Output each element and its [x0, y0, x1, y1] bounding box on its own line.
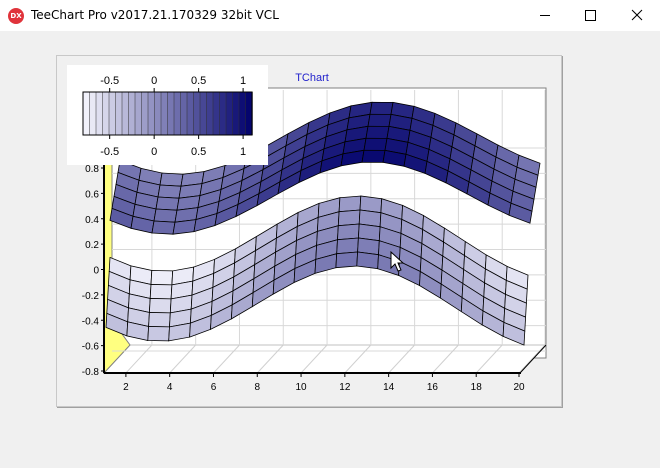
legend-swatch — [128, 91, 136, 136]
legend-swatch — [225, 91, 234, 136]
y-tick-label: 0.8 — [85, 164, 99, 175]
surface-cell — [147, 326, 170, 342]
legend-tick-label: 0.5 — [191, 146, 206, 158]
x-tick-label: 18 — [471, 382, 483, 393]
x-tick-label: 2 — [123, 382, 129, 393]
legend-swatch — [212, 91, 221, 136]
legend-swatch — [89, 91, 97, 136]
surface-cell — [363, 137, 388, 151]
legend-swatch — [180, 91, 188, 136]
x-tick-label: 20 — [513, 382, 525, 393]
legend-swatch — [219, 91, 227, 136]
surface-cell — [336, 237, 359, 255]
y-tick-label: -0.4 — [82, 316, 100, 327]
y-tick-label: -0.2 — [82, 291, 100, 302]
x-tick-label: 10 — [295, 382, 307, 393]
legend-swatch — [232, 91, 240, 136]
surface-cell — [361, 149, 386, 163]
surface-cell — [369, 101, 394, 115]
y-tick-label: -0.8 — [82, 367, 100, 378]
legend-swatch — [238, 91, 247, 136]
legend-tick-label: -0.5 — [100, 75, 119, 87]
surface-cell — [367, 113, 392, 127]
y-tick-label: 0.2 — [85, 240, 99, 251]
surface-cell — [356, 251, 379, 270]
legend-swatch — [147, 91, 156, 136]
legend-tick-label: 0 — [151, 146, 157, 158]
surface-cell — [153, 208, 178, 223]
x-tick-label: 4 — [167, 382, 173, 393]
legend-tick-label: 0.5 — [191, 75, 206, 87]
legend-tick-label: 0 — [151, 75, 157, 87]
legend-swatch — [115, 91, 123, 136]
y-tick-label: 0.4 — [85, 215, 99, 226]
surface-cell — [338, 195, 362, 213]
x-tick-label: 12 — [339, 382, 351, 393]
legend-swatch — [206, 91, 214, 136]
surface-cell — [148, 298, 172, 314]
surface-cell — [335, 251, 359, 269]
legend-swatch — [108, 91, 117, 136]
legend-swatch — [186, 91, 195, 136]
legend-swatch — [134, 91, 143, 136]
legend-swatch — [102, 91, 110, 136]
legend-tick-label: -0.5 — [100, 146, 119, 158]
legend-scale: -0.5 -0.5 0 0 0.5 0.5 1 1 — [82, 75, 253, 158]
legend-swatch — [154, 91, 162, 136]
y-tick-label: 0.6 — [85, 189, 99, 200]
legend-tick-label: 1 — [240, 146, 246, 158]
y-tick-label: -0.6 — [82, 342, 100, 353]
legend-swatch — [121, 91, 130, 136]
legend-tick-label: 1 — [240, 75, 246, 87]
legend-swatch — [245, 91, 253, 136]
x-tick-label: 16 — [427, 382, 439, 393]
surface-cell — [337, 223, 360, 241]
legend-swatch — [173, 91, 182, 136]
surface-cell — [172, 219, 197, 235]
surface-cell — [151, 220, 176, 235]
x-tick-label: 8 — [254, 382, 260, 393]
surface-cell — [365, 125, 390, 139]
legend-swatch — [199, 91, 208, 136]
legend-swatch — [82, 91, 91, 136]
surface-cell — [159, 172, 184, 187]
x-tick-label: 14 — [383, 382, 395, 393]
surface-cell — [155, 196, 180, 211]
color-legend: -0.5 -0.5 0 0 0.5 0.5 1 1 — [67, 65, 268, 165]
surface-cell — [337, 209, 361, 227]
x-tick-label: 6 — [211, 382, 217, 393]
legend-swatch — [193, 91, 201, 136]
surface-cell — [150, 270, 174, 286]
legend-swatch — [141, 91, 149, 136]
surface-cell — [157, 184, 182, 199]
surface-cell — [149, 284, 173, 300]
chart-title: TChart — [295, 72, 329, 84]
y-tick-label: 0 — [93, 266, 99, 277]
surface-cell — [148, 312, 171, 328]
legend-swatch — [167, 91, 175, 136]
legend-swatch — [95, 91, 104, 136]
legend-swatch — [160, 91, 169, 136]
